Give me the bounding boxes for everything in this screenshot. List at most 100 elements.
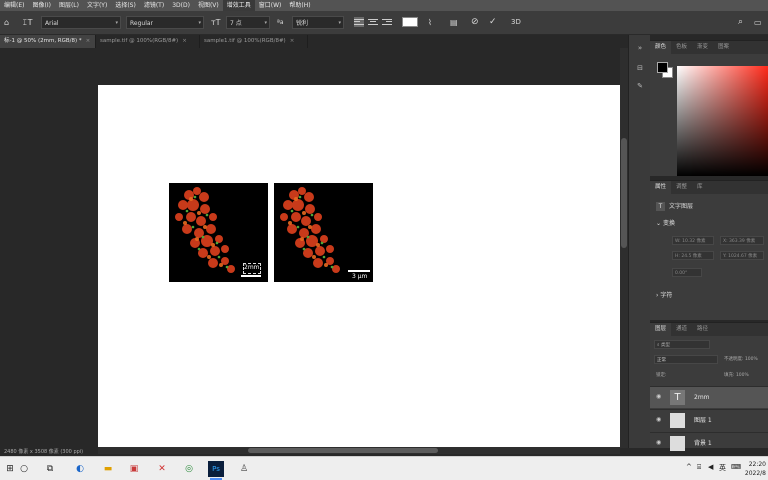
height-field[interactable]: H: 24.5 像素 <box>672 251 714 260</box>
font-size-select[interactable]: 7 点 ▾ <box>226 16 270 29</box>
character-section[interactable]: › 字符 <box>656 290 672 299</box>
menu-help[interactable]: 帮助(H) <box>285 0 314 11</box>
menu-type[interactable]: 文字(Y) <box>83 0 111 11</box>
x-field[interactable]: X: 363.39 像素 <box>720 236 764 245</box>
layer-row[interactable]: ◉ T 2mm <box>650 386 768 408</box>
tab-patterns[interactable]: 图案 <box>713 41 734 54</box>
xmind-icon[interactable]: ✕ <box>154 461 170 477</box>
angle-field[interactable]: 0.00° <box>672 268 702 277</box>
fg-bg-colors[interactable] <box>656 61 676 81</box>
input-language[interactable]: 英 <box>719 463 726 473</box>
search-icon[interactable]: ⌕ <box>738 16 743 29</box>
edge-icon[interactable]: ◐ <box>72 461 88 477</box>
eye-icon[interactable]: ◉ <box>656 439 664 447</box>
tab-paths[interactable]: 路径 <box>692 323 713 336</box>
cancel-icon[interactable]: ⊘ <box>471 16 479 29</box>
layer-filter-value: 类型 <box>660 343 670 348</box>
font-family-value: Arial <box>45 20 59 27</box>
menu-select[interactable]: 选择(S) <box>111 0 140 11</box>
tab-properties[interactable]: 属性 <box>650 181 672 194</box>
microscopy-image-2[interactable]: 3 μm <box>274 183 373 282</box>
chrome-icon[interactable]: ◎ <box>181 461 197 477</box>
search-icon[interactable]: ○ <box>16 461 32 477</box>
menu-3d[interactable]: 3D(D) <box>168 0 194 11</box>
horizontal-scrollbar[interactable] <box>98 447 620 454</box>
clock[interactable]: 22:20 2022/8 <box>745 460 766 478</box>
eye-icon[interactable]: ◉ <box>656 393 664 401</box>
tab-sample[interactable]: sample.tif @ 100%(RGB/8#) × <box>96 35 200 48</box>
menu-window[interactable]: 窗口(W) <box>255 0 286 11</box>
color-picker-field[interactable] <box>677 66 768 176</box>
volume-icon[interactable]: ◀ <box>708 463 713 471</box>
tab-color[interactable]: 颜色 <box>650 41 672 54</box>
align-left-icon[interactable] <box>354 17 364 27</box>
scroll-thumb[interactable] <box>248 448 438 453</box>
app-icon[interactable]: ♙ <box>236 461 252 477</box>
pdf-reader-icon[interactable]: ▣ <box>126 461 142 477</box>
tab-libraries[interactable]: 库 <box>692 181 708 194</box>
y-field[interactable]: Y: 1024.67 像素 <box>720 251 764 260</box>
menu-layer[interactable]: 图层(L) <box>55 0 83 11</box>
character-panel-icon[interactable]: ▤ <box>450 16 458 29</box>
workspace-icon[interactable]: ▭ <box>754 16 762 29</box>
antialias-select[interactable]: 锐利 ▾ <box>292 16 344 29</box>
close-icon[interactable]: × <box>182 38 187 44</box>
lock-label: 锁定: <box>656 373 667 378</box>
file-explorer-icon[interactable]: ▬ <box>100 461 116 477</box>
home-icon[interactable]: ⌂ <box>4 16 9 29</box>
fill-field[interactable]: 填充: 100% <box>722 371 768 380</box>
layer-row[interactable]: ◉ 背景 1 <box>650 432 768 451</box>
brush-settings-icon[interactable]: ✎ <box>634 81 646 91</box>
3d-button[interactable]: 3D <box>511 16 521 29</box>
tray-chevron-icon[interactable]: ^ <box>686 463 692 471</box>
photoshop-icon[interactable]: Ps <box>208 461 224 480</box>
properties-panel-tabs: 属性 调整 库 <box>650 181 768 194</box>
layer-filter-select[interactable]: ⌕ 类型 <box>654 340 710 349</box>
menu-image[interactable]: 图像(I) <box>28 0 54 11</box>
color-panel: 颜色 色板 渐变 图案 <box>650 40 768 176</box>
scroll-thumb[interactable] <box>621 138 627 248</box>
keyboard-icon[interactable]: ⌨ <box>731 463 741 471</box>
blend-mode-select[interactable]: 正常 <box>654 355 718 364</box>
font-family-select[interactable]: Arial ▾ <box>41 16 121 29</box>
menu-plugins[interactable]: 增效工具 <box>222 0 255 11</box>
text-color-swatch[interactable] <box>402 17 418 27</box>
type-tool-icon[interactable]: 𝙸T <box>22 16 33 29</box>
scale-bar <box>241 275 261 277</box>
menu-filter[interactable]: 滤镜(T) <box>140 0 168 11</box>
menu-edit[interactable]: 编辑(E) <box>0 0 28 11</box>
tab-untitled[interactable]: 标-1 @ 50% (2mm, RGB/8) * × <box>0 35 96 48</box>
close-icon[interactable]: × <box>290 38 295 44</box>
chevron-down-icon: ▾ <box>198 20 201 26</box>
warp-text-icon[interactable]: ⌇ <box>428 16 432 29</box>
vertical-scrollbar[interactable] <box>620 48 628 448</box>
tab-channels[interactable]: 通道 <box>671 323 692 336</box>
chevron-down-icon: ▾ <box>338 20 341 26</box>
align-center-icon[interactable] <box>368 17 378 27</box>
expand-icon[interactable]: » <box>634 43 646 53</box>
tab-adjustments[interactable]: 调整 <box>671 181 692 194</box>
task-view-icon[interactable]: ⧉ <box>42 461 58 477</box>
scale-label: 3 μm <box>352 273 368 280</box>
transform-section[interactable]: ⌄ 变换 <box>656 218 675 227</box>
options-bar: ⌂ 𝙸T Arial ▾ Regular ▾ ᴛT 7 点 ▾ ªa 锐利 ▾ ⌇ ▤ … <box>0 11 768 35</box>
document-canvas[interactable]: 2mm 3 μm <box>98 85 620 447</box>
opacity-field[interactable]: 不透明度: 100% <box>722 355 768 364</box>
commit-check-icon[interactable]: ✓ <box>489 16 497 29</box>
tab-layers[interactable]: 图层 <box>650 323 672 336</box>
document-status: 2480 像素 x 3508 像素 (300 ppi) <box>0 448 98 456</box>
history-icon[interactable]: ⊟ <box>634 63 646 73</box>
tab-sample1[interactable]: sample1.tif @ 100%(RGB/8#) × <box>200 35 308 48</box>
microscopy-image-1[interactable]: 2mm <box>169 183 268 282</box>
menu-view[interactable]: 视图(V) <box>194 0 223 11</box>
layer-row[interactable]: ◉ 图层 1 <box>650 409 768 431</box>
width-field[interactable]: W: 10.32 像素 <box>672 236 714 245</box>
eye-icon[interactable]: ◉ <box>656 416 664 424</box>
foreground-color-swatch[interactable] <box>657 62 668 73</box>
close-icon[interactable]: × <box>86 38 91 44</box>
network-icon[interactable]: ⌸ <box>697 463 701 472</box>
tab-swatches[interactable]: 色板 <box>671 41 692 54</box>
tab-gradients[interactable]: 渐变 <box>692 41 713 54</box>
align-right-icon[interactable] <box>382 17 392 27</box>
font-style-select[interactable]: Regular ▾ <box>126 16 204 29</box>
